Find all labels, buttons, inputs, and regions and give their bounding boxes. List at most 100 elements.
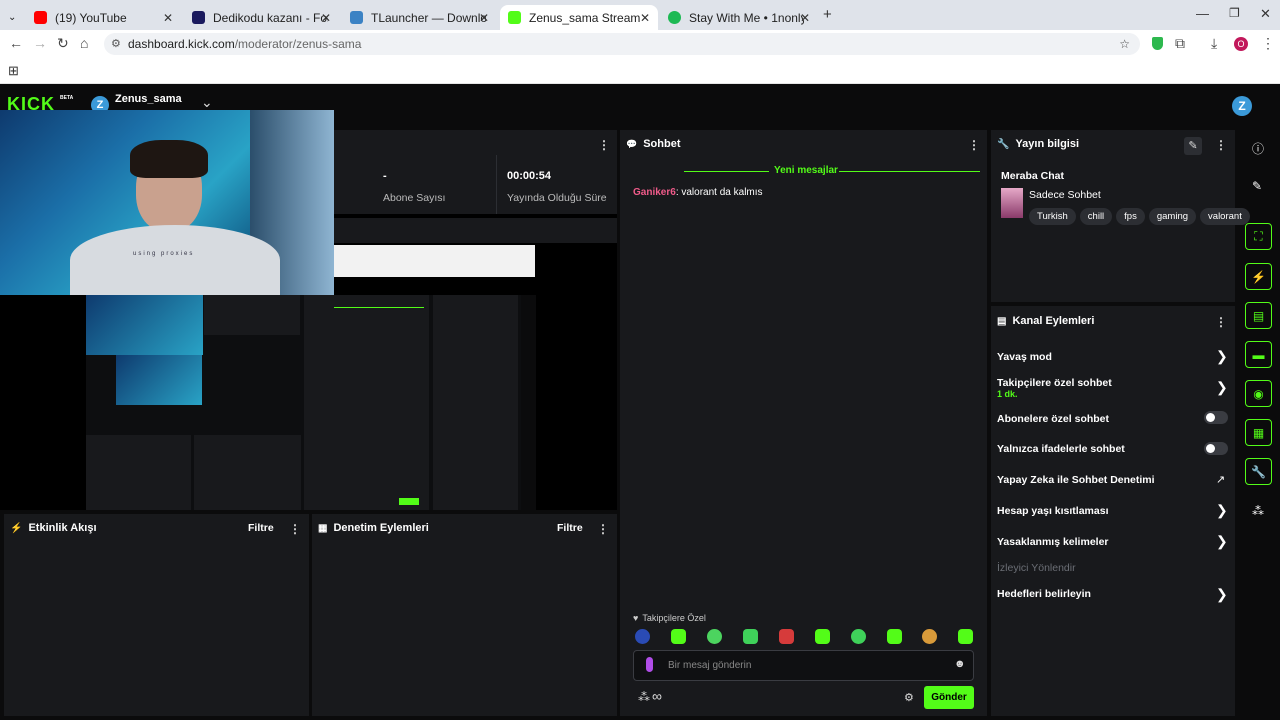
forward-icon[interactable]: → — [33, 35, 47, 51]
channel-actions-menu-icon[interactable]: ⋮ — [1215, 315, 1227, 329]
restore-button[interactable]: ❐ — [1229, 6, 1240, 20]
emote-7[interactable] — [851, 629, 866, 644]
chat-tools-icon[interactable]: ⁂ — [638, 690, 650, 704]
stats-menu-icon[interactable]: ⋮ — [598, 138, 610, 152]
info-icon[interactable]: ⓘ — [1252, 140, 1264, 157]
tags-list: Turkish chill fps gaming valorant — [1029, 206, 1254, 225]
emote-9[interactable] — [922, 629, 937, 644]
tag[interactable]: Turkish — [1029, 208, 1076, 225]
close-icon[interactable]: ✕ — [321, 11, 331, 25]
emote-6[interactable] — [815, 629, 830, 644]
close-icon[interactable]: ✕ — [163, 11, 173, 25]
emote-1[interactable] — [635, 629, 650, 644]
chat-menu-icon[interactable]: ⋮ — [968, 138, 980, 152]
emote-4[interactable] — [743, 629, 758, 644]
ai-moderation-item[interactable]: Yapay Zeka ile Sohbet Denetimi — [997, 474, 1155, 486]
send-button[interactable]: Gönder — [924, 686, 974, 709]
bookmark-star-icon[interactable]: ☆ — [1119, 33, 1130, 55]
category-thumbnail — [1001, 188, 1023, 218]
tab-forum[interactable]: Dedikodu kazanı - Forum | Tran ✕ — [184, 5, 339, 30]
minimize-button[interactable]: — — [1196, 6, 1209, 21]
age-restriction-item[interactable]: Hesap yaşı kısıtlaması — [997, 505, 1109, 517]
url-domain: dashboard.kick.com — [128, 37, 235, 51]
subs-only-toggle[interactable] — [1204, 411, 1228, 424]
user-avatar[interactable]: Z — [1232, 96, 1252, 116]
chevron-right-icon[interactable]: ❯ — [1216, 348, 1228, 365]
emote-8[interactable] — [887, 629, 902, 644]
set-goals-item[interactable]: Hedefleri belirleyin — [997, 588, 1091, 600]
chevron-right-icon[interactable]: ❯ — [1216, 502, 1228, 519]
shield-extension-icon[interactable] — [1152, 37, 1163, 50]
close-icon[interactable]: ✕ — [800, 11, 810, 25]
reload-icon[interactable]: ↻ — [57, 35, 69, 52]
browser-menu-icon[interactable]: ⋮ — [1261, 35, 1275, 52]
site-info-icon[interactable]: ⚙ — [111, 33, 121, 55]
emote-10[interactable] — [958, 629, 973, 644]
window-close-button[interactable]: ✕ — [1260, 6, 1271, 22]
tag[interactable]: valorant — [1200, 208, 1250, 225]
back-icon[interactable]: ← — [9, 35, 23, 51]
chevron-right-icon[interactable]: ❯ — [1216, 379, 1228, 396]
home-icon[interactable]: ⌂ — [80, 35, 88, 51]
chat-icon[interactable]: ▬ — [1245, 341, 1272, 368]
preview-send — [399, 498, 419, 505]
stream-info-title: Yayın bilgisi — [1015, 138, 1080, 150]
emote-3[interactable] — [707, 629, 722, 644]
microphone-icon[interactable] — [646, 657, 653, 672]
broadcast-icon[interactable]: ◉ — [1245, 380, 1272, 407]
screen-capture-icon[interactable]: ⛶ — [1245, 223, 1272, 250]
dashboard-icon: ▤ — [997, 315, 1007, 327]
beta-badge: BETA — [60, 95, 74, 101]
webcam-overlay: using proxies — [0, 110, 334, 295]
banned-words-item[interactable]: Yasaklanmış kelimeler — [997, 536, 1109, 548]
edit-pencil-icon[interactable]: ✎ — [1184, 137, 1202, 155]
tag[interactable]: gaming — [1148, 208, 1197, 225]
stats-subbar — [334, 218, 617, 243]
close-icon[interactable]: ✕ — [640, 11, 650, 25]
activity-menu-icon[interactable]: ⋮ — [289, 522, 301, 536]
profile-avatar[interactable]: O — [1234, 37, 1248, 51]
webcam-shirt — [70, 225, 280, 295]
layout-icon[interactable]: ▦ — [1245, 419, 1272, 446]
download-icon[interactable]: ⤓ — [1211, 35, 1217, 52]
screen-capture-preview — [86, 295, 536, 510]
wrench-icon[interactable]: 🔧 — [1245, 458, 1272, 485]
emoji-picker-icon[interactable]: ☻ — [954, 658, 966, 670]
slow-mode-item[interactable]: Yavaş mod — [997, 351, 1052, 363]
close-icon[interactable]: ✕ — [479, 11, 489, 25]
channel-name[interactable]: Zenus_sama — [115, 93, 182, 105]
moderation-menu-icon[interactable]: ⋮ — [597, 522, 609, 536]
apps-grid-icon[interactable]: ⊞ — [8, 63, 19, 79]
chat-username[interactable]: Ganiker6 — [633, 187, 676, 198]
tab-kick-dashboard[interactable]: Zenus_sama Stream - Kick Dash ✕ — [500, 5, 658, 30]
category-name[interactable]: Sadece Sohbet — [1029, 189, 1101, 201]
channel-switch-chevron-icon[interactable]: ⌄ — [201, 94, 213, 111]
chat-input[interactable]: Bir mesaj gönderin ☻ — [633, 650, 974, 681]
lightning-icon[interactable]: ⚡ — [1245, 263, 1272, 290]
tab-youtube[interactable]: (19) YouTube ✕ — [26, 5, 181, 30]
address-bar[interactable]: ⚙ dashboard.kick.com/moderator/zenus-sam… — [104, 33, 1140, 55]
notes-icon[interactable]: ▤ — [1245, 302, 1272, 329]
community-icon[interactable]: ⁂ — [1252, 504, 1264, 518]
gear-icon[interactable]: ⚙ — [904, 691, 914, 704]
tag[interactable]: chill — [1079, 208, 1113, 225]
pencil-icon[interactable]: ✎ — [1252, 179, 1262, 193]
emote-5[interactable] — [779, 629, 794, 644]
followers-only-item[interactable]: Takipçilere özel sohbet — [997, 377, 1112, 389]
activity-filter-button[interactable]: Filtre — [248, 522, 274, 534]
tab-spotify[interactable]: Stay With Me • 1nonly ✕ — [660, 5, 818, 30]
tab-tlauncher[interactable]: TLauncher — Download Minec ✕ — [342, 5, 497, 30]
tag[interactable]: fps — [1116, 208, 1145, 225]
emotes-only-toggle[interactable] — [1204, 442, 1228, 455]
new-tab-button[interactable]: + — [823, 6, 832, 23]
forum-icon — [192, 11, 205, 24]
external-link-icon[interactable]: ↗ — [1216, 473, 1225, 486]
chevron-right-icon[interactable]: ❯ — [1216, 533, 1228, 550]
extensions-icon[interactable]: ⧉ — [1175, 35, 1185, 52]
stream-info-menu-icon[interactable]: ⋮ — [1215, 138, 1227, 152]
moderation-filter-button[interactable]: Filtre — [557, 522, 583, 534]
tab-search-button[interactable]: ⌄ — [0, 5, 22, 30]
emote-2[interactable] — [671, 629, 686, 644]
chevron-right-icon[interactable]: ❯ — [1216, 586, 1228, 603]
webcam-hair — [130, 140, 208, 178]
